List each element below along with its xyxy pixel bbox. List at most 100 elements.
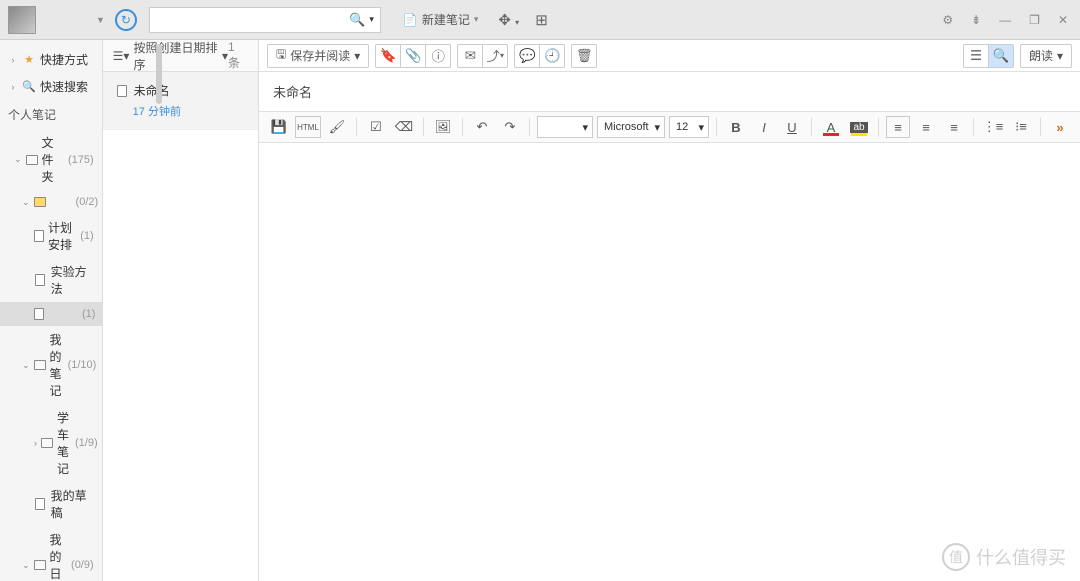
expand-icon[interactable]: › — [34, 438, 37, 448]
collapse-icon[interactable]: ⌄ — [22, 197, 30, 208]
minimize-button[interactable]: — — [995, 11, 1015, 29]
comment-button[interactable]: 💬 — [514, 44, 540, 68]
editor-canvas[interactable] — [259, 143, 1080, 581]
pin-icon[interactable]: ⇟ — [967, 11, 985, 29]
read-aloud-button[interactable]: 朗读 ▾ — [1020, 44, 1072, 68]
sidebar-item-plan[interactable]: 计划安排 (1) — [0, 214, 102, 258]
search-input[interactable] — [156, 13, 349, 27]
sidebar-item-label: 我的日记 — [50, 531, 65, 581]
sidebar-folder-diary[interactable]: ⌄ 我的日记 (0/9) — [0, 526, 102, 581]
more-formatting-button[interactable]: » — [1048, 116, 1072, 138]
note-icon — [34, 307, 44, 321]
folder-icon — [34, 558, 46, 572]
note-icon — [34, 497, 47, 511]
history-button[interactable]: 🕘 — [539, 44, 565, 68]
search-box[interactable]: 🔍 ▾ — [149, 7, 381, 33]
move-button[interactable]: ✥ ▾ — [492, 7, 525, 33]
close-button[interactable]: ✕ — [1054, 11, 1072, 29]
sidebar-item-method[interactable]: 实验方法 — [0, 258, 102, 302]
sidebar-quick-search[interactable]: › 🔍 快速搜索 — [0, 73, 102, 100]
bookmark-icon: 🔖 — [380, 48, 397, 64]
redo-icon: ↷ — [505, 119, 516, 135]
clear-format-button[interactable]: ⌫ — [392, 116, 416, 138]
info-button[interactable]: ⓘ — [425, 44, 451, 68]
new-note-label: 新建笔记 — [422, 11, 470, 28]
sort-dropdown[interactable]: ☰▾ 按照创建日期排序 ▾ — [113, 39, 228, 73]
note-timestamp: 17 分钟前 — [115, 103, 246, 119]
star-icon: ★ — [22, 53, 36, 67]
count-badge: (1/10) — [68, 359, 97, 371]
chevron-down-icon: ▾ — [1057, 49, 1063, 63]
align-left-icon: ≡ — [894, 120, 902, 135]
sidebar-folder-root[interactable]: ⌄ 文件夹 (175) — [0, 129, 102, 190]
ordered-list-button[interactable]: ⋮≡ — [981, 116, 1005, 138]
note-list-item[interactable]: 未命名 17 分钟前 — [103, 72, 258, 130]
zoom-button[interactable]: 🔍 — [988, 44, 1014, 68]
bold-button[interactable]: B — [724, 116, 748, 138]
bold-icon: B — [731, 120, 740, 135]
ol-icon: ⋮≡ — [983, 119, 1004, 135]
redo-button[interactable]: ↷ — [498, 116, 522, 138]
undo-button[interactable]: ↶ — [470, 116, 494, 138]
sidebar-item-draft[interactable]: 我的草稿 — [0, 482, 102, 526]
bookmark-button[interactable]: 🔖 — [375, 44, 401, 68]
apps-button[interactable]: ⊞ — [529, 7, 554, 33]
sidebar-folder-study[interactable]: › 学车笔记 (1/9) — [0, 404, 102, 482]
info-icon: ⓘ — [432, 46, 445, 65]
html-button[interactable]: HTML — [295, 116, 321, 138]
share-button[interactable]: ⤴▾ — [482, 44, 508, 68]
font-color-button[interactable]: A — [819, 116, 843, 138]
format-paint-button[interactable]: 🖌 — [325, 116, 349, 138]
attachment-button[interactable]: 📎 — [400, 44, 426, 68]
watermark: 值 什么值得买 — [942, 543, 1066, 571]
settings-icon[interactable]: ⚙ — [938, 11, 957, 29]
sidebar-item-selected[interactable]: (1) — [0, 302, 102, 326]
count-badge: (1) — [80, 230, 93, 242]
history-icon: 🕘 — [544, 48, 561, 64]
align-right-icon: ≡ — [950, 120, 958, 135]
list-icon: ☰▾ — [113, 49, 130, 63]
chevron-down-icon: ▾ — [654, 121, 660, 134]
collapse-icon[interactable]: ⌄ — [22, 560, 30, 571]
count-badge: (0/9) — [71, 559, 94, 571]
user-menu-caret[interactable]: ▼ — [96, 15, 105, 25]
note-icon — [115, 84, 129, 98]
sync-icon: ↻ — [121, 13, 131, 27]
sidebar-folder-sub1[interactable]: ⌄ (0/2) — [0, 190, 102, 214]
save-button[interactable]: 💾 — [267, 116, 291, 138]
save-and-read-button[interactable]: 🖫 保存并阅读 ▾ — [267, 44, 369, 68]
collapse-icon[interactable]: ⌄ — [22, 360, 30, 371]
chevron-down-icon: ▾ — [582, 121, 588, 134]
font-size-select[interactable]: 12 ▾ — [669, 116, 709, 138]
unordered-list-button[interactable]: ⁝≡ — [1009, 116, 1033, 138]
sync-button[interactable]: ↻ — [115, 9, 137, 31]
sidebar-folder-mynotes[interactable]: ⌄ 我的笔记 (1/10) — [0, 326, 102, 404]
watermark-icon: 值 — [942, 543, 970, 571]
trash-icon: 🗑 — [576, 48, 593, 64]
image-button[interactable]: 🖼 — [431, 116, 455, 138]
sidebar-scrollbar[interactable] — [156, 44, 162, 104]
align-center-button[interactable]: ≡ — [914, 116, 938, 138]
maximize-button[interactable]: ❐ — [1025, 11, 1044, 29]
sidebar-quick-access[interactable]: › ★ 快捷方式 — [0, 46, 102, 73]
editor-note-title[interactable]: 未命名 — [259, 72, 1080, 111]
search-icon[interactable]: 🔍 — [349, 12, 365, 28]
mail-button[interactable]: ✉ — [457, 44, 483, 68]
folder-icon — [34, 358, 46, 372]
search-dropdown-caret[interactable]: ▾ — [369, 14, 374, 25]
checkbox-button[interactable]: ☑ — [364, 116, 388, 138]
delete-button[interactable]: 🗑 — [571, 44, 597, 68]
new-note-button[interactable]: 📄 新建笔记 ▾ — [393, 7, 489, 32]
font-family-select[interactable]: Microsoft ▾ — [597, 116, 665, 138]
underline-button[interactable]: U — [780, 116, 804, 138]
outline-button[interactable]: ☰ — [963, 44, 989, 68]
collapse-icon[interactable]: ⌄ — [14, 154, 22, 165]
italic-button[interactable]: I — [752, 116, 776, 138]
style-select[interactable]: ▾ — [537, 116, 593, 138]
count-badge: (1) — [82, 308, 95, 320]
user-avatar[interactable] — [8, 6, 36, 34]
align-left-button[interactable]: ≡ — [886, 116, 910, 138]
highlight-button[interactable]: ab — [847, 116, 871, 138]
align-right-button[interactable]: ≡ — [942, 116, 966, 138]
save-icon: 🖫 — [276, 45, 286, 66]
